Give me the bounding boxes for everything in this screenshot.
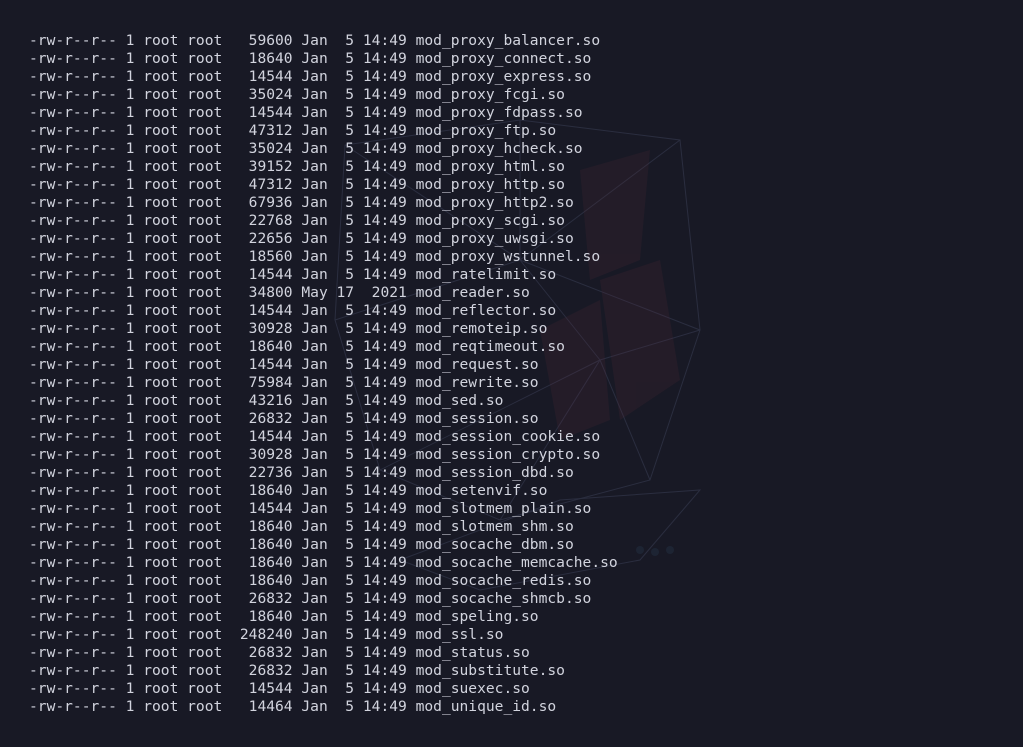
terminal-line: -rw-r--r-- 1 root root 30928 Jan 5 14:49… <box>29 446 601 463</box>
terminal-line: -rw-r--r-- 1 root root 18640 Jan 5 14:49… <box>29 518 574 535</box>
terminal-line: -rw-r--r-- 1 root root 26832 Jan 5 14:49… <box>29 410 539 427</box>
terminal-line: -rw-r--r-- 1 root root 26832 Jan 5 14:49… <box>29 590 592 607</box>
terminal-line: -rw-r--r-- 1 root root 30928 Jan 5 14:49… <box>29 320 548 337</box>
terminal-line: -rw-r--r-- 1 root root 43216 Jan 5 14:49… <box>29 392 504 409</box>
terminal-output: -rw-r--r-- 1 root root 59600 Jan 5 14:49… <box>29 32 618 716</box>
terminal-line: -rw-r--r-- 1 root root 18640 Jan 5 14:49… <box>29 554 618 571</box>
terminal-line: -rw-r--r-- 1 root root 22656 Jan 5 14:49… <box>29 230 574 247</box>
terminal-line: -rw-r--r-- 1 root root 14544 Jan 5 14:49… <box>29 356 539 373</box>
terminal-line: -rw-r--r-- 1 root root 26832 Jan 5 14:49… <box>29 662 565 679</box>
terminal-line: -rw-r--r-- 1 root root 47312 Jan 5 14:49… <box>29 176 565 193</box>
terminal-line: -rw-r--r-- 1 root root 18640 Jan 5 14:49… <box>29 482 548 499</box>
terminal-window[interactable]: -rw-r--r-- 1 root root 59600 Jan 5 14:49… <box>0 0 1023 747</box>
terminal-line: -rw-r--r-- 1 root root 14544 Jan 5 14:49… <box>29 500 592 517</box>
terminal-line: -rw-r--r-- 1 root root 14464 Jan 5 14:49… <box>29 698 557 715</box>
terminal-line: -rw-r--r-- 1 root root 35024 Jan 5 14:49… <box>29 86 565 103</box>
terminal-line: -rw-r--r-- 1 root root 14544 Jan 5 14:49… <box>29 428 601 445</box>
terminal-line: -rw-r--r-- 1 root root 67936 Jan 5 14:49… <box>29 194 574 211</box>
terminal-line: -rw-r--r-- 1 root root 18640 Jan 5 14:49… <box>29 50 592 67</box>
terminal-line: -rw-r--r-- 1 root root 18640 Jan 5 14:49… <box>29 608 539 625</box>
terminal-line: -rw-r--r-- 1 root root 18640 Jan 5 14:49… <box>29 536 574 553</box>
terminal-line: -rw-r--r-- 1 root root 248240 Jan 5 14:4… <box>29 626 504 643</box>
terminal-line: -rw-r--r-- 1 root root 14544 Jan 5 14:49… <box>29 266 557 283</box>
terminal-line: -rw-r--r-- 1 root root 26832 Jan 5 14:49… <box>29 644 530 661</box>
terminal-line: -rw-r--r-- 1 root root 22736 Jan 5 14:49… <box>29 464 574 481</box>
terminal-line: -rw-r--r-- 1 root root 14544 Jan 5 14:49… <box>29 104 583 121</box>
terminal-line: -rw-r--r-- 1 root root 14544 Jan 5 14:49… <box>29 68 592 85</box>
terminal-line: -rw-r--r-- 1 root root 35024 Jan 5 14:49… <box>29 140 583 157</box>
terminal-line: -rw-r--r-- 1 root root 59600 Jan 5 14:49… <box>29 32 601 49</box>
terminal-line: -rw-r--r-- 1 root root 18640 Jan 5 14:49… <box>29 338 565 355</box>
terminal-line: -rw-r--r-- 1 root root 39152 Jan 5 14:49… <box>29 158 565 175</box>
terminal-line: -rw-r--r-- 1 root root 75984 Jan 5 14:49… <box>29 374 539 391</box>
terminal-line: -rw-r--r-- 1 root root 14544 Jan 5 14:49… <box>29 680 530 697</box>
terminal-line: -rw-r--r-- 1 root root 34800 May 17 2021… <box>29 284 530 301</box>
terminal-line: -rw-r--r-- 1 root root 22768 Jan 5 14:49… <box>29 212 565 229</box>
terminal-line: -rw-r--r-- 1 root root 47312 Jan 5 14:49… <box>29 122 557 139</box>
terminal-line: -rw-r--r-- 1 root root 18640 Jan 5 14:49… <box>29 572 592 589</box>
terminal-line: -rw-r--r-- 1 root root 18560 Jan 5 14:49… <box>29 248 601 265</box>
terminal-line: -rw-r--r-- 1 root root 14544 Jan 5 14:49… <box>29 302 557 319</box>
